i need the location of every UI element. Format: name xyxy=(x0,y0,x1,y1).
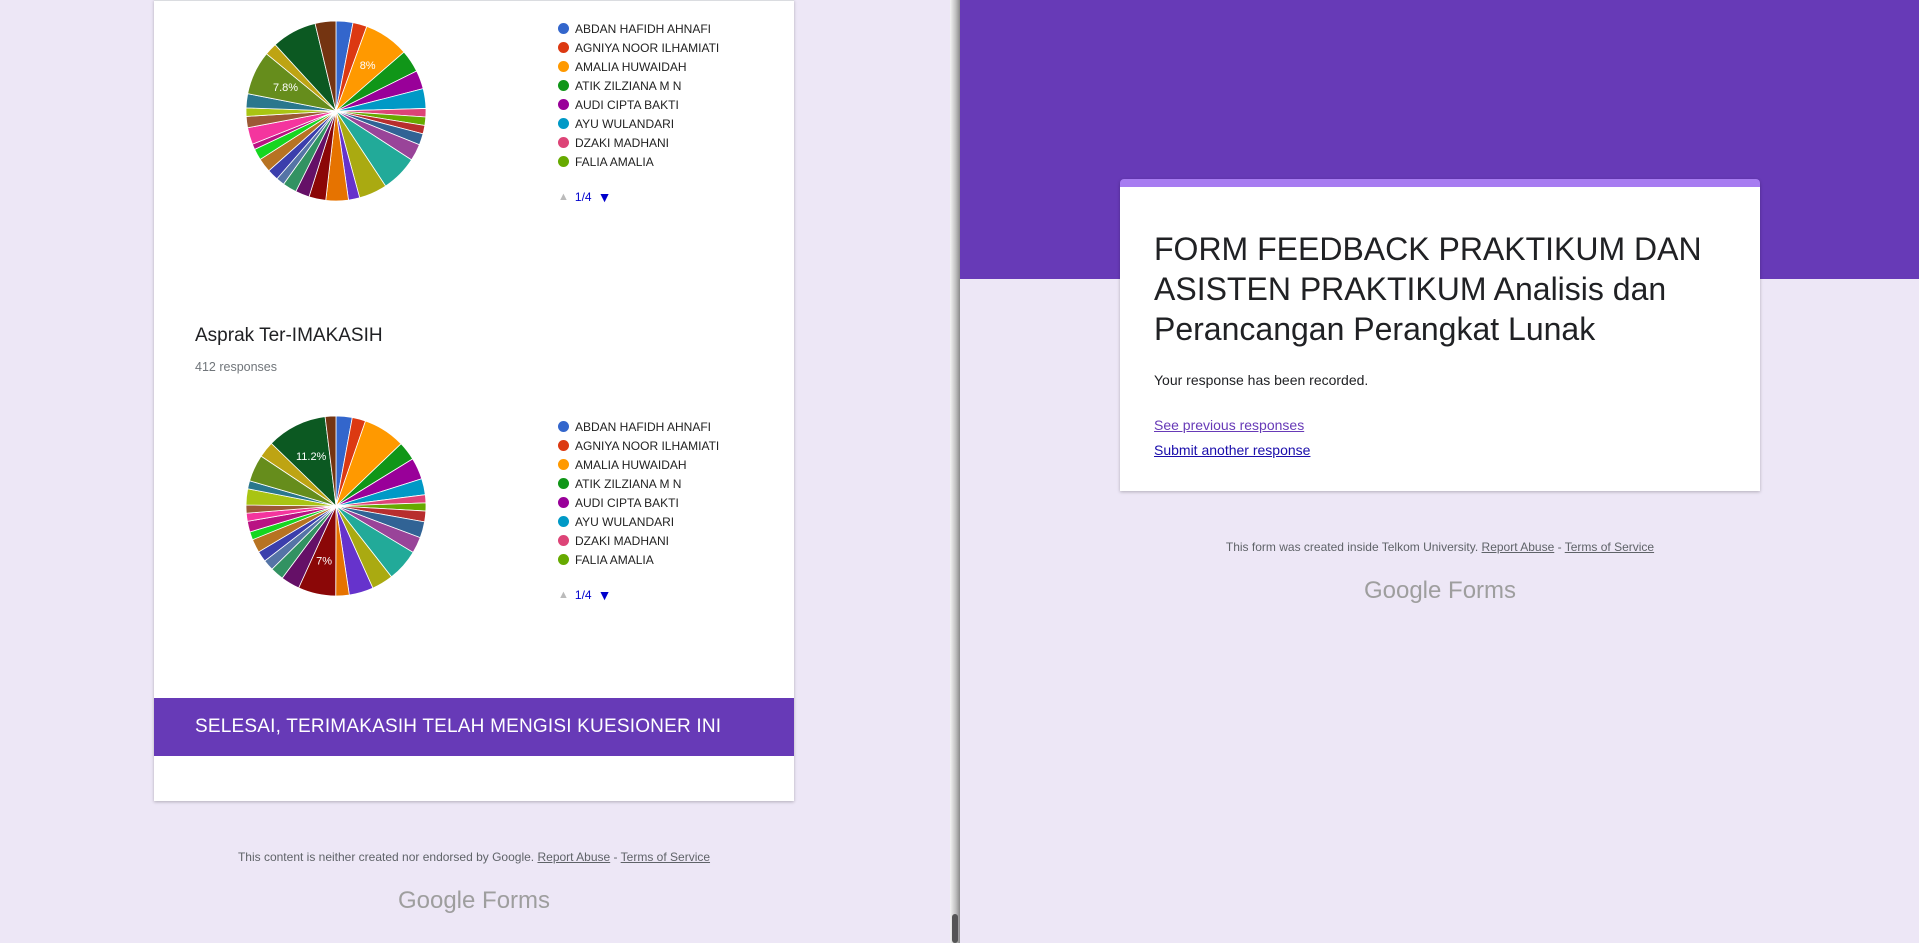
pie-slice-label: 7% xyxy=(316,556,332,568)
pie-slice-label: 8% xyxy=(360,60,376,72)
footer-form-info: This form was created inside Telkom Univ… xyxy=(1120,540,1760,554)
legend-label: ABDAN HAFIDH AHNAFI xyxy=(575,21,712,36)
legend-item: AYU WULANDARI xyxy=(558,512,719,531)
legend-swatch xyxy=(558,118,569,129)
footer-separator: - xyxy=(1557,540,1562,554)
legend-label: ATIK ZILZIANA M N xyxy=(575,476,682,491)
responses-summary-card: 8% 7.8% ABDAN HAFIDH AHNAFI AGNIYA NOOR IL… xyxy=(154,0,794,801)
legend-item: FALIA AMALIA xyxy=(558,550,719,569)
legend-swatch xyxy=(558,497,569,508)
legend-item: AMALIA HUWAIDAH xyxy=(558,57,719,76)
legend-label: AMALIA HUWAIDAH xyxy=(575,457,687,472)
footer-text: This content is neither created nor endo… xyxy=(237,850,535,864)
legend-item: ATIK ZILZIANA M N xyxy=(558,76,719,95)
legend-label: AYU WULANDARI xyxy=(575,116,675,131)
legend-next-icon[interactable]: ▼ xyxy=(598,587,612,603)
footer-disclaimer: This content is neither created nor endo… xyxy=(154,850,794,864)
submit-another-response-link[interactable]: Submit another response xyxy=(1154,442,1310,458)
pie-slice-label: 11.2% xyxy=(296,451,327,463)
logo-forms-word: Forms xyxy=(1448,577,1517,604)
legend-item: AUDI CIPTA BAKTI xyxy=(558,493,719,512)
footer-separator: - xyxy=(613,850,618,864)
chart-1-legend: ABDAN HAFIDH AHNAFI AGNIYA NOOR ILHAMIATI… xyxy=(558,19,719,171)
pie-chart-1: 8% 7.8% xyxy=(245,20,427,202)
legend-label: FALIA AMALIA xyxy=(575,154,654,169)
logo-google-word: Google xyxy=(397,887,476,914)
see-previous-responses-link[interactable]: See previous responses xyxy=(1154,417,1304,433)
chart-1: 8% 7.8% ABDAN HAFIDH AHNAFI AGNIYA NOOR IL… xyxy=(154,1,794,301)
legend-label: AGNIYA NOOR ILHAMIATI xyxy=(575,40,720,55)
legend-item: ABDAN HAFIDH AHNAFI xyxy=(558,417,719,436)
legend-prev-icon[interactable]: ▲ xyxy=(558,589,569,601)
legend-item: AUDI CIPTA BAKTI xyxy=(558,95,719,114)
legend-item: AMALIA HUWAIDAH xyxy=(558,455,719,474)
legend-label: AYU WULANDARI xyxy=(575,514,675,529)
legend-item: AGNIYA NOOR ILHAMIATI xyxy=(558,38,719,57)
chart-1-legend-pager[interactable]: ▲ 1/4 ▼ xyxy=(558,189,611,205)
legend-item: FALIA AMALIA xyxy=(558,152,719,171)
legend-item: ABDAN HAFIDH AHNAFI xyxy=(558,19,719,38)
chart-2: 7% 11.2% ABDAN HAFIDH AHNAFI AGNIYA NOOR I… xyxy=(154,396,794,696)
legend-swatch xyxy=(558,23,569,34)
window-splitter[interactable] xyxy=(950,0,960,943)
terms-of-service-link[interactable]: Terms of Service xyxy=(621,850,710,864)
legend-swatch xyxy=(558,440,569,451)
logo-forms-word: Forms xyxy=(482,887,551,914)
chart-2-legend-pager[interactable]: ▲ 1/4 ▼ xyxy=(558,587,611,603)
legend-page-indicator: 1/4 xyxy=(574,588,592,602)
response-count: 412 responses xyxy=(195,360,278,374)
google-forms-logo: Google Forms xyxy=(154,887,794,915)
logo-google-word: Google xyxy=(1363,577,1442,604)
legend-swatch xyxy=(558,535,569,546)
footer-text: This form was created inside Telkom Univ… xyxy=(1225,540,1479,554)
legend-item: ATIK ZILZIANA M N xyxy=(558,474,719,493)
scrollbar-thumb[interactable] xyxy=(952,914,958,943)
legend-item: DZAKI MADHANI xyxy=(558,133,719,152)
legend-label: DZAKI MADHANI xyxy=(575,533,670,548)
pie-chart-2: 7% 11.2% xyxy=(245,415,427,597)
section-header-banner: SELESAI, TERIMAKASIH TELAH MENGISI KUESI… xyxy=(154,698,794,756)
legend-page-indicator: 1/4 xyxy=(574,190,592,204)
legend-swatch xyxy=(558,137,569,148)
legend-next-icon[interactable]: ▼ xyxy=(598,189,612,205)
legend-item: DZAKI MADHANI xyxy=(558,531,719,550)
legend-item: AYU WULANDARI xyxy=(558,114,719,133)
legend-swatch xyxy=(558,80,569,91)
legend-swatch xyxy=(558,61,569,72)
form-title: FORM FEEDBACK PRAKTIKUM DAN ASISTEN PRAK… xyxy=(1154,231,1702,347)
confirmation-card: FORM FEEDBACK PRAKTIKUM DAN ASISTEN PRAK… xyxy=(1120,179,1760,491)
legend-label: FALIA AMALIA xyxy=(575,552,654,567)
legend-swatch xyxy=(558,478,569,489)
legend-label: AUDI CIPTA BAKTI xyxy=(575,97,679,112)
confirmation-message: Your response has been recorded. xyxy=(1154,372,1369,388)
legend-label: ATIK ZILZIANA M N xyxy=(575,78,682,93)
legend-prev-icon[interactable]: ▲ xyxy=(558,191,569,203)
report-abuse-link[interactable]: Report Abuse xyxy=(537,850,610,864)
legend-swatch xyxy=(558,421,569,432)
legend-swatch xyxy=(558,99,569,110)
summary-window: 8% 7.8% ABDAN HAFIDH AHNAFI AGNIYA NOOR IL… xyxy=(0,0,950,943)
question-title: Asprak Ter-IMAKASIH xyxy=(195,325,383,346)
legend-swatch xyxy=(558,42,569,53)
legend-label: AGNIYA NOOR ILHAMIATI xyxy=(575,438,720,453)
legend-swatch xyxy=(558,459,569,470)
terms-of-service-link[interactable]: Terms of Service xyxy=(1565,540,1654,554)
legend-swatch xyxy=(558,554,569,565)
chart-2-legend: ABDAN HAFIDH AHNAFI AGNIYA NOOR ILHAMIATI… xyxy=(558,417,719,569)
pie-slice-label: 7.8% xyxy=(273,82,298,94)
legend-label: AUDI CIPTA BAKTI xyxy=(575,495,679,510)
legend-label: DZAKI MADHANI xyxy=(575,135,670,150)
legend-swatch xyxy=(558,156,569,167)
legend-swatch xyxy=(558,516,569,527)
legend-item: AGNIYA NOOR ILHAMIATI xyxy=(558,436,719,455)
legend-label: ABDAN HAFIDH AHNAFI xyxy=(575,419,712,434)
confirmation-window: FORM FEEDBACK PRAKTIKUM DAN ASISTEN PRAK… xyxy=(960,0,1919,943)
report-abuse-link[interactable]: Report Abuse xyxy=(1482,540,1555,554)
legend-label: AMALIA HUWAIDAH xyxy=(575,59,687,74)
google-forms-logo: Google Forms xyxy=(1120,577,1760,605)
